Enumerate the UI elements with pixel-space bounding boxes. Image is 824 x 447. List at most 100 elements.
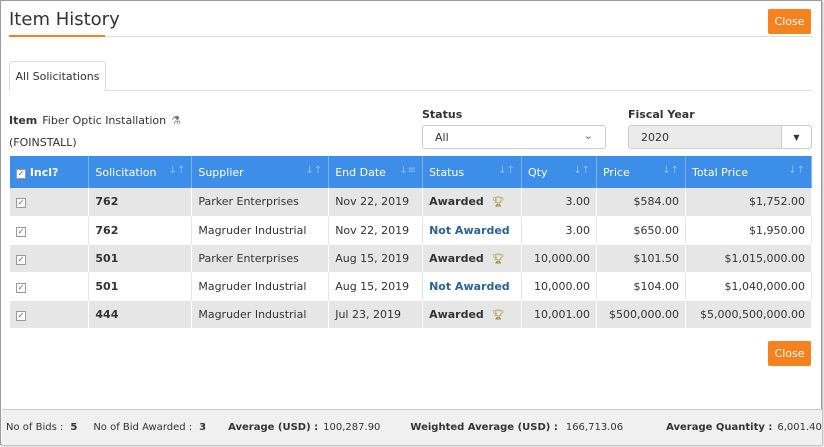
fiscal-year-label: Fiscal Year bbox=[628, 108, 695, 121]
sort-icon[interactable]: ↓↑ bbox=[169, 165, 186, 176]
solicitation-cell: 762 bbox=[88, 188, 193, 217]
column-header-label: Status bbox=[429, 165, 465, 179]
tab-all-solicitations[interactable]: All Solicitations bbox=[9, 61, 106, 91]
average-quantity-value: 6,001.40 bbox=[777, 422, 822, 433]
solicitation-number: 762 bbox=[95, 195, 119, 209]
average-quantity-label: Average Quantity : bbox=[666, 422, 773, 433]
status-select-value: All bbox=[435, 130, 449, 144]
status-text: Awarded bbox=[429, 251, 484, 265]
solicitation-number: 501 bbox=[95, 279, 119, 293]
close-button-bottom[interactable]: Close bbox=[768, 341, 811, 366]
status-text[interactable]: Not Awarded bbox=[429, 224, 510, 237]
column-header[interactable]: Status ↓↑ bbox=[422, 156, 522, 188]
price-cell: $101.50 bbox=[596, 244, 686, 273]
end-date-cell: Aug 15, 2019 bbox=[328, 244, 424, 273]
column-header-label: Incl? bbox=[29, 165, 59, 179]
average-value: 100,287.90 bbox=[323, 422, 381, 433]
status-cell: Not Awarded bbox=[422, 216, 522, 245]
total-price-cell: $1,040,000.00 bbox=[685, 272, 813, 301]
sort-icon[interactable]: ↓↑ bbox=[573, 165, 590, 176]
qty-cell: 3.00 bbox=[521, 216, 597, 245]
qty-cell: 10,000.00 bbox=[521, 272, 597, 301]
status-select[interactable]: All ⌄ bbox=[422, 125, 606, 149]
sort-icon[interactable]: ↓↑ bbox=[662, 165, 679, 176]
close-button-top[interactable]: Close bbox=[768, 9, 811, 34]
item-name: Fiber Optic Installation bbox=[42, 114, 167, 127]
status-cell: Awarded 🏆︎ bbox=[422, 244, 522, 273]
include-checkbox[interactable]: ✓ bbox=[16, 282, 26, 293]
select-all-checkbox[interactable]: ✓ bbox=[16, 168, 26, 179]
weighted-average-value: 166,713.06 bbox=[565, 422, 624, 433]
supplier-cell: Parker Enterprises bbox=[191, 188, 330, 217]
status-cell: Awarded 🏆︎ bbox=[422, 300, 522, 329]
column-header-label: Qty bbox=[528, 165, 548, 179]
price-cell: $650.00 bbox=[596, 216, 686, 245]
title-underline bbox=[9, 35, 105, 37]
include-checkbox[interactable]: ✓ bbox=[16, 198, 26, 209]
awarded-label: No of Bid Awarded : bbox=[93, 422, 193, 433]
include-checkbox[interactable]: ✓ bbox=[16, 254, 26, 265]
dialog-title: Item History bbox=[9, 9, 120, 30]
solicitation-cell: 501 bbox=[88, 244, 193, 273]
sort-icon[interactable]: ↓≡ bbox=[399, 165, 416, 176]
solicitation-cell: 444 bbox=[88, 300, 193, 329]
total-price-cell: $5,000,500,000.00 bbox=[685, 300, 813, 329]
solicitation-number: 501 bbox=[95, 251, 119, 265]
column-header[interactable]: Supplier ↓↑ bbox=[191, 156, 330, 188]
bids-label: No of Bids : bbox=[6, 422, 64, 433]
total-price-cell: $1,950.00 bbox=[685, 216, 813, 245]
incl-cell: ✓ bbox=[10, 188, 90, 217]
incl-cell: ✓ bbox=[10, 244, 90, 273]
end-date-cell: Aug 15, 2019 bbox=[328, 272, 424, 301]
incl-cell: ✓ bbox=[10, 300, 90, 329]
bids-value: 5 bbox=[70, 422, 78, 433]
caret-down-icon[interactable]: ▼ bbox=[781, 126, 811, 148]
include-checkbox[interactable]: ✓ bbox=[16, 310, 26, 321]
trophy-icon: 🏆︎ bbox=[491, 197, 505, 209]
item-label: Item bbox=[9, 114, 38, 127]
status-text[interactable]: Not Awarded bbox=[429, 280, 510, 293]
column-header[interactable]: End Date ↓≡ bbox=[328, 156, 424, 188]
price-cell: $500,000.00 bbox=[596, 300, 686, 329]
supplier-cell: Magruder Industrial bbox=[191, 272, 330, 301]
fiscal-year-select[interactable]: 2020 ▼ bbox=[628, 125, 812, 149]
qty-cell: 10,001.00 bbox=[521, 300, 597, 329]
column-header[interactable]: ✓ Incl? bbox=[10, 156, 90, 188]
solicitation-number: 762 bbox=[95, 223, 119, 237]
column-header[interactable]: Price ↓↑ bbox=[596, 156, 686, 188]
status-text: Awarded bbox=[429, 307, 484, 321]
qty-cell: 3.00 bbox=[521, 188, 597, 217]
column-header[interactable]: Qty ↓↑ bbox=[521, 156, 597, 188]
item-code: (FOINSTALL) bbox=[9, 136, 77, 149]
total-price-cell: $1,015,000.00 bbox=[685, 244, 813, 273]
end-date-cell: Jul 23, 2019 bbox=[328, 300, 424, 329]
solicitation-cell: 501 bbox=[88, 272, 193, 301]
trophy-icon: 🏆︎ bbox=[491, 253, 505, 265]
table-row: ✓ 501 Parker Enterprises Aug 15, 2019 Aw… bbox=[10, 244, 813, 273]
status-cell: Awarded 🏆︎ bbox=[422, 188, 522, 217]
end-date-cell: Nov 22, 2019 bbox=[328, 216, 424, 245]
total-price-cell: $1,752.00 bbox=[685, 188, 813, 217]
table-row: ✓ 444 Magruder Industrial Jul 23, 2019 A… bbox=[10, 300, 813, 329]
tab-divider bbox=[9, 90, 812, 91]
price-cell: $104.00 bbox=[596, 272, 686, 301]
solicitation-cell: 762 bbox=[88, 216, 193, 245]
item-history-dialog: Item History Close All Solicitations Ite… bbox=[0, 0, 822, 445]
table-row: ✓ 762 Parker Enterprises Nov 22, 2019 Aw… bbox=[10, 188, 813, 217]
average-label: Average (USD) : bbox=[228, 422, 319, 433]
incl-cell: ✓ bbox=[10, 272, 90, 301]
item-icon[interactable]: ⚗ bbox=[171, 114, 181, 127]
column-header-label: Total Price bbox=[691, 165, 748, 179]
supplier-cell: Magruder Industrial bbox=[191, 300, 330, 329]
column-header[interactable]: Total Price ↓↑ bbox=[685, 156, 813, 188]
status-filter-label: Status bbox=[422, 108, 463, 121]
sort-icon[interactable]: ↓↑ bbox=[788, 165, 805, 176]
sort-icon[interactable]: ↓↑ bbox=[498, 165, 515, 176]
price-cell: $584.00 bbox=[596, 188, 686, 217]
column-header-label: Price bbox=[602, 165, 630, 179]
sort-icon[interactable]: ↓↑ bbox=[305, 165, 322, 176]
column-header[interactable]: Solicitation ↓↑ bbox=[88, 156, 193, 188]
table-row: ✓ 762 Magruder Industrial Nov 22, 2019 N… bbox=[10, 216, 813, 245]
fiscal-year-value: 2020 bbox=[641, 130, 669, 144]
include-checkbox[interactable]: ✓ bbox=[16, 226, 26, 237]
